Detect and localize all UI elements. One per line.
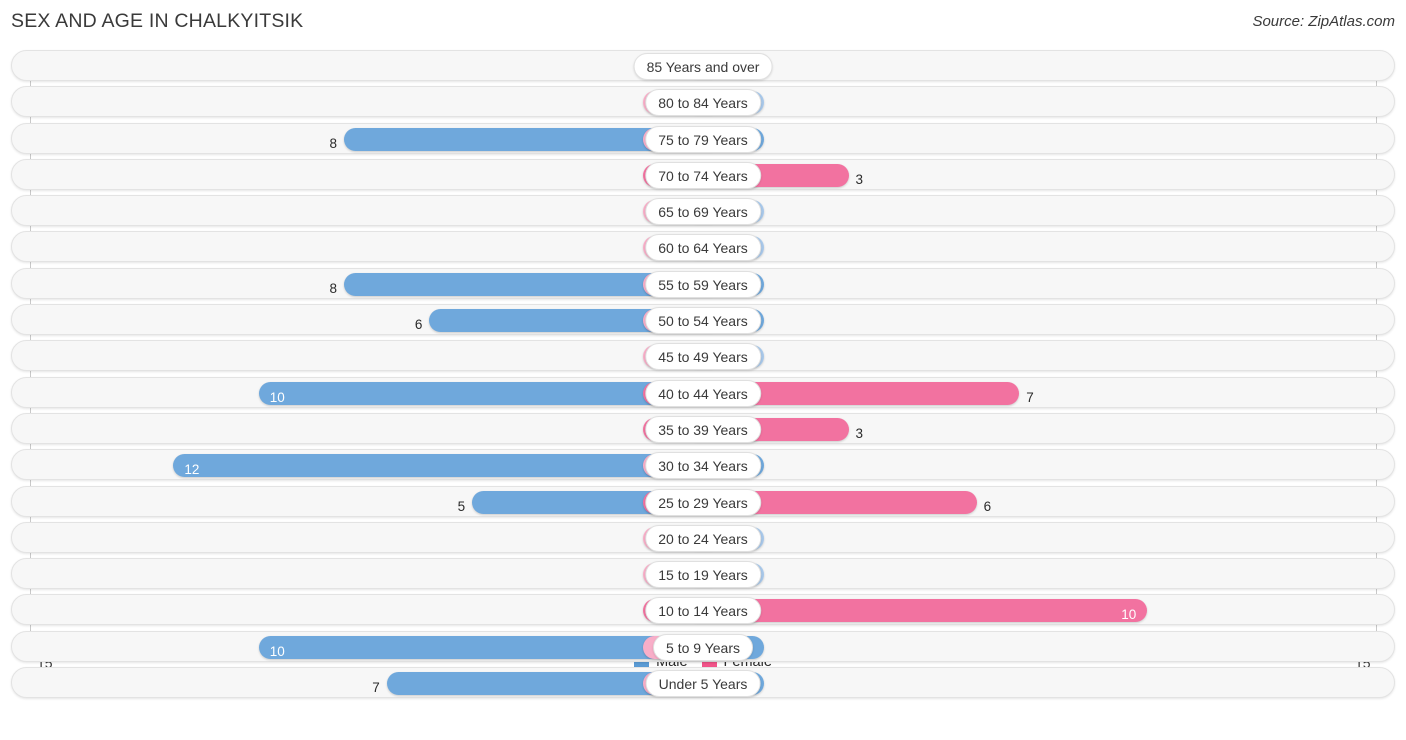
age-group-label: 20 to 24 Years	[645, 524, 761, 552]
age-group-label: 75 to 79 Years	[645, 125, 761, 153]
pyramid-plot-area: 0085 Years and over 0080 to 84 Years 8075 …	[0, 50, 1406, 703]
age-group-row[interactable]: 8075 to 79 Years	[11, 122, 1395, 154]
age-group-rows: 0085 Years and over 0080 to 84 Years 8075 …	[0, 50, 1406, 703]
age-group-row[interactable]: 0335 to 39 Years	[11, 412, 1395, 444]
age-group-row[interactable]: 6050 to 54 Years	[11, 304, 1395, 336]
age-group-row[interactable]: 0065 to 69 Years	[11, 195, 1395, 227]
age-group-label: 10 to 14 Years	[645, 597, 761, 625]
female-value-label: 6	[983, 498, 992, 514]
age-group-label: 65 to 69 Years	[645, 198, 761, 226]
age-group-row[interactable]: 0060 to 64 Years	[11, 231, 1395, 263]
age-group-row[interactable]: 5 6 25 to 29 Years	[11, 485, 1395, 517]
male-value-label: 5	[457, 498, 466, 514]
male-value-label: 10	[269, 389, 285, 405]
age-group-label: 5 to 9 Years	[653, 633, 753, 661]
age-group-row[interactable]: 10 7 40 to 44 Years	[11, 376, 1395, 408]
age-group-label: 60 to 64 Years	[645, 234, 761, 262]
age-group-row[interactable]: 12030 to 34 Years	[11, 449, 1395, 481]
age-group-row[interactable]: 70Under 5 Years	[11, 667, 1395, 699]
female-value-label: 7	[1026, 389, 1034, 405]
age-group-label: 55 to 59 Years	[645, 270, 761, 298]
page-title: SEX AND AGE IN CHALKYITSIK	[11, 10, 304, 32]
male-value-label: 8	[329, 135, 338, 151]
age-group-label: 50 to 54 Years	[645, 307, 761, 335]
age-group-label: 80 to 84 Years	[645, 89, 761, 117]
age-group-row[interactable]: 0045 to 49 Years	[11, 340, 1395, 372]
age-group-label: 85 Years and over	[633, 53, 773, 80]
age-group-row[interactable]: 0015 to 19 Years	[11, 558, 1395, 590]
age-group-row[interactable]: 8055 to 59 Years	[11, 267, 1395, 299]
male-value-label: 6	[414, 317, 423, 333]
age-group-label: Under 5 Years	[645, 670, 761, 698]
age-group-label: 70 to 74 Years	[645, 161, 761, 189]
age-group-label: 25 to 29 Years	[645, 488, 761, 516]
age-group-row[interactable]: 01010 to 14 Years	[11, 594, 1395, 626]
female-value-label: 10	[1121, 607, 1137, 623]
female-value-label: 3	[855, 171, 864, 187]
age-group-label: 35 to 39 Years	[645, 415, 761, 443]
age-group-row[interactable]: 0085 Years and over	[11, 50, 1395, 81]
age-group-row[interactable]: 0020 to 24 Years	[11, 521, 1395, 553]
male-value-label: 12	[184, 462, 200, 478]
age-group-label: 45 to 49 Years	[645, 343, 761, 371]
age-group-label: 30 to 34 Years	[645, 452, 761, 480]
male-value-label: 7	[372, 680, 380, 696]
chart-page: SEX AND AGE IN CHALKYITSIK Source: ZipAt…	[0, 0, 1406, 740]
age-group-label: 15 to 19 Years	[645, 561, 761, 589]
age-group-row[interactable]: 0080 to 84 Years	[11, 86, 1395, 118]
female-value-label: 3	[855, 425, 864, 441]
age-group-label: 40 to 44 Years	[645, 379, 761, 407]
source-attribution: Source: ZipAtlas.com	[1252, 13, 1395, 30]
age-group-row[interactable]: 0370 to 74 Years	[11, 158, 1395, 190]
male-value-label: 10	[269, 643, 285, 659]
male-value-label: 8	[329, 280, 338, 296]
age-group-row[interactable]: 1005 to 9 Years	[11, 630, 1395, 662]
